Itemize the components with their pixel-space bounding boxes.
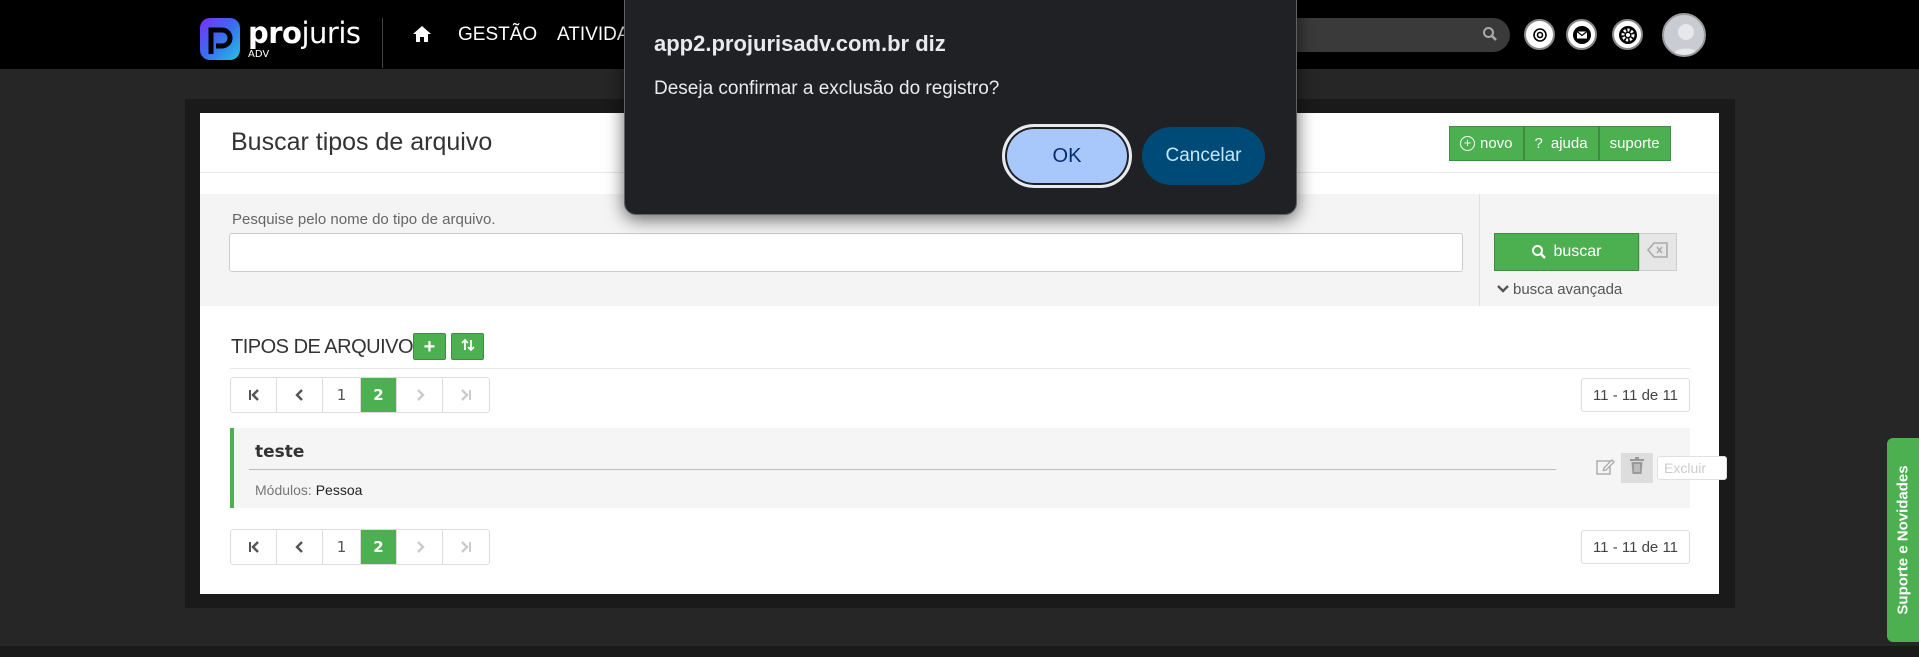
first-page-icon[interactable] bbox=[231, 530, 277, 564]
sort-icon bbox=[460, 338, 475, 356]
cancel-button[interactable]: Cancelar bbox=[1142, 127, 1265, 185]
delete-tooltip: Excluir bbox=[1657, 456, 1727, 480]
record-title: teste bbox=[255, 442, 305, 462]
next-page-icon[interactable] bbox=[397, 378, 443, 412]
advanced-search-label: busca avançada bbox=[1513, 281, 1623, 298]
novo-label: novo bbox=[1480, 135, 1513, 152]
projuris-logo[interactable]: projuris ADV bbox=[200, 18, 361, 60]
plus-icon: + bbox=[423, 335, 436, 358]
page-actions: + novo ? ajuda suporte bbox=[1449, 126, 1671, 161]
record-count: 11 - 11 de 11 bbox=[1581, 378, 1690, 412]
edit-icon[interactable] bbox=[1595, 457, 1615, 477]
suporte-button[interactable]: suporte bbox=[1598, 126, 1671, 161]
divider bbox=[230, 368, 1690, 369]
dialog-message: Deseja confirmar a exclusão do registro? bbox=[654, 78, 1000, 99]
pagination-bottom: 1 2 bbox=[230, 529, 490, 565]
pagination-top: 1 2 bbox=[230, 377, 490, 413]
plus-circle-icon: + bbox=[1460, 136, 1475, 151]
nav-item-gestao[interactable]: GESTÃO bbox=[458, 24, 537, 46]
record-modules: Módulos: Pessoa bbox=[255, 482, 362, 498]
nav-divider bbox=[382, 18, 383, 68]
modules-value: Pessoa bbox=[315, 482, 363, 498]
avatar[interactable] bbox=[1662, 13, 1706, 57]
logo-name-light: juris bbox=[301, 15, 361, 50]
last-page-icon[interactable] bbox=[443, 378, 489, 412]
support-news-tab[interactable]: Suporte e Novidades bbox=[1887, 438, 1919, 642]
page-2-button[interactable]: 2 bbox=[361, 530, 397, 564]
chevron-down-icon bbox=[1497, 281, 1509, 298]
logo-mark-icon bbox=[200, 18, 240, 60]
search-icon bbox=[1482, 26, 1498, 46]
trash-icon bbox=[1629, 457, 1645, 479]
nav-item-atividades[interactable]: ATIVIDA bbox=[557, 24, 630, 46]
prev-page-icon[interactable] bbox=[277, 530, 323, 564]
page-title: Buscar tipos de arquivo bbox=[231, 128, 493, 156]
section-title: TIPOS DE ARQUIVO bbox=[231, 336, 414, 358]
dialog-title: app2.projurisadv.com.br diz bbox=[654, 31, 946, 56]
home-icon[interactable] bbox=[411, 23, 433, 45]
search-label: Pesquise pelo nome do tipo de arquivo. bbox=[232, 211, 496, 228]
next-page-icon[interactable] bbox=[397, 530, 443, 564]
mail-icon[interactable] bbox=[1566, 19, 1597, 50]
logo-text: projuris ADV bbox=[248, 15, 361, 60]
question-icon: ? bbox=[1534, 135, 1543, 152]
add-button[interactable]: + bbox=[413, 333, 446, 360]
search-input[interactable] bbox=[229, 233, 1463, 272]
ok-button[interactable]: OK bbox=[1002, 124, 1132, 188]
delete-button[interactable] bbox=[1621, 453, 1653, 483]
prev-page-icon[interactable] bbox=[277, 378, 323, 412]
logo-sub: ADV bbox=[248, 48, 270, 60]
backspace-icon bbox=[1646, 242, 1669, 262]
ajuda-label: ajuda bbox=[1550, 135, 1588, 152]
novo-button[interactable]: + novo bbox=[1449, 126, 1524, 161]
logo-name-bold: pro bbox=[248, 15, 302, 50]
ajuda-button[interactable]: ? ajuda bbox=[1523, 126, 1599, 161]
global-search-input[interactable] bbox=[1270, 18, 1510, 52]
sort-button[interactable] bbox=[451, 333, 484, 360]
advanced-search-toggle[interactable]: busca avançada bbox=[1497, 281, 1622, 298]
footer-strip bbox=[0, 646, 1919, 657]
search-icon bbox=[1531, 244, 1547, 260]
search-divider bbox=[1479, 194, 1480, 306]
record-divider bbox=[249, 469, 1556, 470]
first-page-icon[interactable] bbox=[231, 378, 277, 412]
buscar-label: buscar bbox=[1553, 243, 1602, 260]
page-1-button[interactable]: 1 bbox=[323, 530, 361, 564]
gear-icon[interactable] bbox=[1612, 19, 1643, 50]
buscar-button[interactable]: buscar bbox=[1494, 233, 1639, 271]
list-item[interactable] bbox=[230, 428, 1690, 508]
openai-icon[interactable] bbox=[1524, 19, 1555, 50]
clear-search-button[interactable] bbox=[1639, 233, 1677, 271]
support-news-label: Suporte e Novidades bbox=[1894, 465, 1912, 615]
page-2-button[interactable]: 2 bbox=[361, 378, 397, 412]
record-count: 11 - 11 de 11 bbox=[1581, 530, 1690, 564]
modules-label: Módulos: bbox=[255, 482, 312, 498]
page-1-button[interactable]: 1 bbox=[323, 378, 361, 412]
last-page-icon[interactable] bbox=[443, 530, 489, 564]
